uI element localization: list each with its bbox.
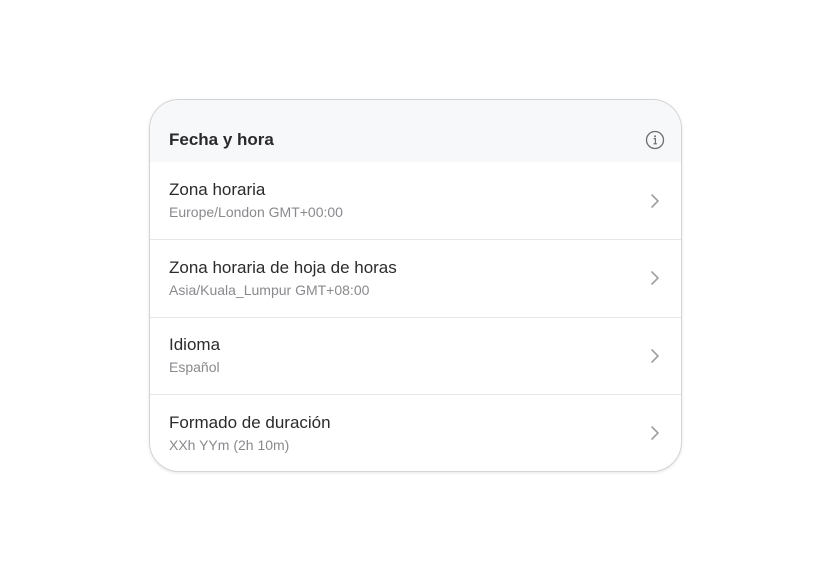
setting-row-language[interactable]: Idioma Español <box>150 316 681 395</box>
info-circle-icon <box>645 130 665 150</box>
setting-label: Zona horaria de hoja de horas <box>169 257 397 277</box>
setting-value: Asia/Kuala_Lumpur GMT+08:00 <box>169 281 370 298</box>
setting-label: Idioma <box>169 335 221 355</box>
setting-value: Europe/London GMT+00:00 <box>169 204 343 220</box>
setting-value: Español <box>169 359 220 376</box>
chevron-right-icon <box>649 269 661 287</box>
chevron-right-icon <box>649 347 661 365</box>
setting-label: Formado de duración <box>169 412 331 432</box>
info-icon[interactable] <box>645 130 665 150</box>
setting-label: Zona horaria <box>169 180 266 199</box>
date-time-settings-card: Fecha y hora Zona horaria Europe/London … <box>149 99 682 472</box>
setting-row-time-zone[interactable]: Zona horaria Europe/London GMT+00:00 <box>150 162 681 239</box>
chevron-right-icon <box>649 424 661 442</box>
chevron-right-icon <box>649 192 661 210</box>
setting-row-duration-format[interactable]: Formado de duración XXh YYm (2h 10m) <box>150 394 681 471</box>
card-title: Fecha y hora <box>169 130 274 149</box>
card-header: Fecha y hora <box>150 100 681 162</box>
setting-value: XXh YYm (2h 10m) <box>169 436 290 453</box>
setting-row-timesheet-time-zone[interactable]: Zona horaria de hoja de horas Asia/Kuala… <box>150 239 681 317</box>
